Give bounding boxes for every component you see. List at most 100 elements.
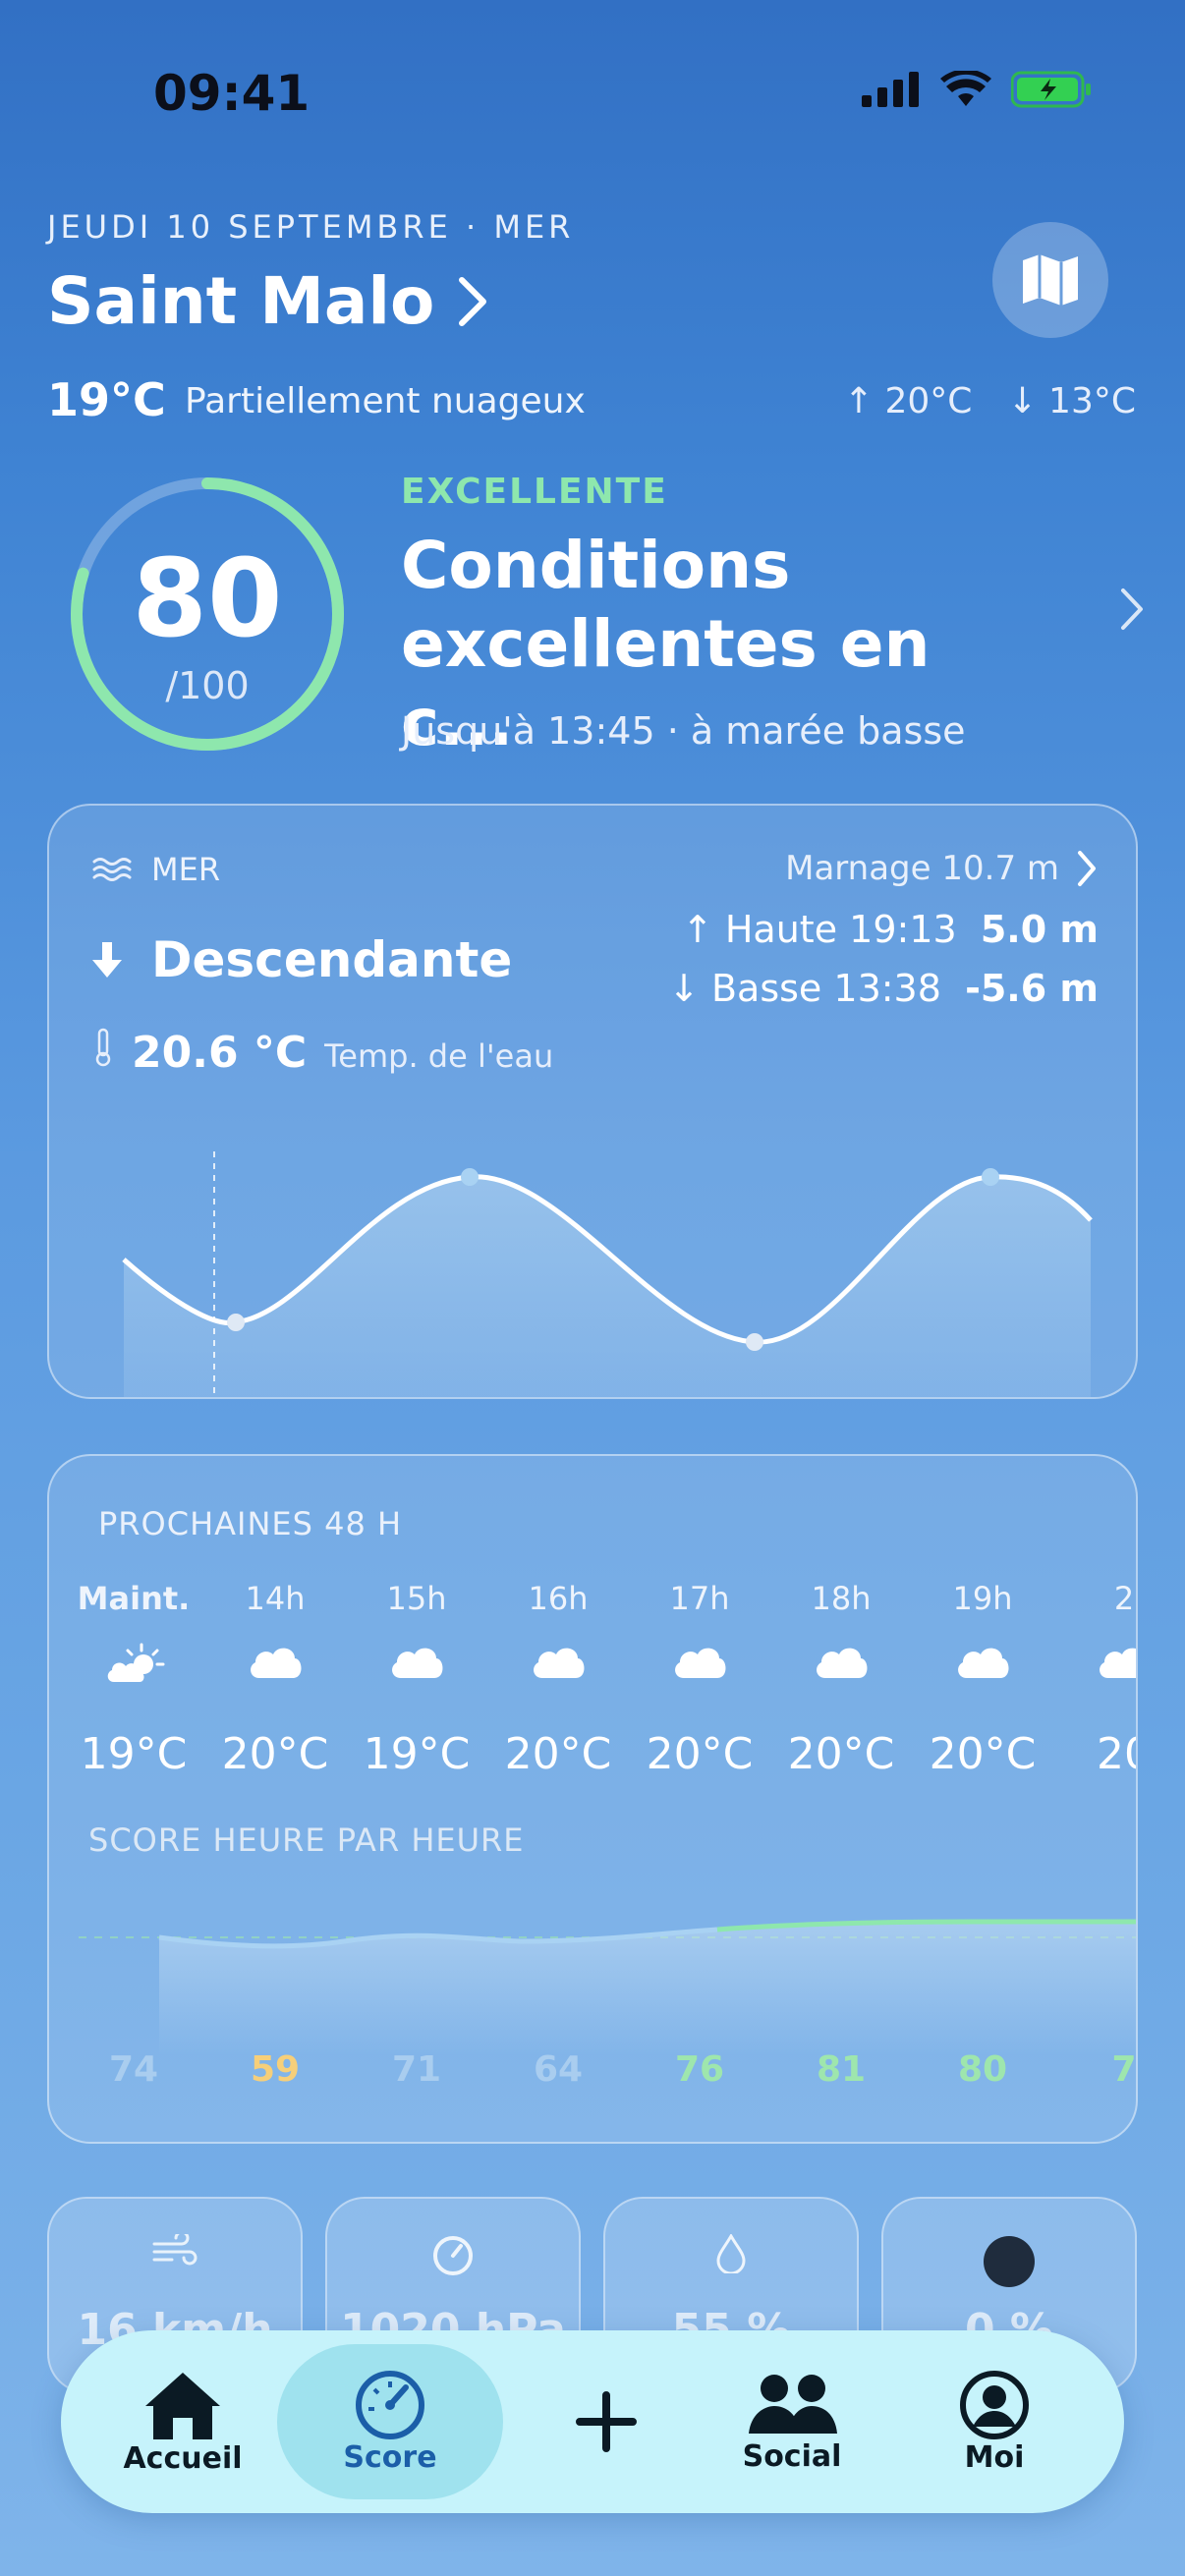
hour-temp: 20°C <box>929 1729 1037 1779</box>
chevron-right-icon <box>1078 851 1096 886</box>
nav-profile[interactable]: Moi <box>916 2330 1073 2513</box>
map-button[interactable] <box>992 222 1108 338</box>
chevron-right-icon <box>459 276 487 326</box>
hour-label: 17h <box>669 1580 730 1617</box>
hour-item: 14h 20°C <box>204 1580 346 1779</box>
cloud-icon <box>953 1643 1012 1686</box>
score-max: /100 <box>165 664 250 707</box>
temp-low: ↓ 13°C <box>1007 381 1136 421</box>
hour-item: 19h 20°C <box>912 1580 1053 1779</box>
tide-point-low <box>746 1333 763 1351</box>
tide-high-value: 5.0 m <box>980 908 1099 951</box>
hour-temp: 20°C <box>221 1729 329 1779</box>
hour-temp: 20°C <box>646 1729 754 1779</box>
date-label: JEUDI 10 SEPTEMBRE · MER <box>47 208 575 246</box>
cloud-icon <box>529 1643 588 1686</box>
score-value: 80 <box>132 535 283 661</box>
tide-point-now <box>227 1314 245 1331</box>
hour-label: 18h <box>811 1580 872 1617</box>
hour-temp: 19°C <box>363 1729 471 1779</box>
score-subtitle: Jusqu'à 13:45 · à marée basse <box>401 709 966 753</box>
cloud-icon <box>670 1643 729 1686</box>
hour-label: 15h <box>386 1580 447 1617</box>
waves-icon <box>92 858 132 881</box>
score-hourly-label: SCORE HEURE PAR HEURE <box>88 1821 525 1859</box>
map-icon <box>1023 254 1078 306</box>
hour-item: 2 20 <box>1053 1580 1136 1779</box>
nav-score-label: Score <box>343 2439 437 2475</box>
people-icon <box>749 2374 837 2434</box>
tide-trend: Descendante <box>92 931 512 988</box>
hour-temp: 20°C <box>787 1729 895 1779</box>
arrow-down-icon <box>92 942 122 978</box>
wifi-icon <box>940 71 991 106</box>
tide-point-high <box>461 1168 479 1186</box>
tide-chart <box>122 1151 1093 1397</box>
tide-trend-label: Descendante <box>151 931 513 988</box>
hour-item: 15h 19°C <box>346 1580 487 1779</box>
gauge-icon <box>327 2234 579 2277</box>
humidity-icon <box>605 2234 857 2273</box>
hour-temp: 20°C <box>504 1729 612 1779</box>
battery-icon <box>1011 71 1091 108</box>
tide-low-label: ↓ Basse 13:38 <box>668 967 941 1010</box>
chevron-right-icon[interactable] <box>1120 588 1144 631</box>
user-icon <box>960 2370 1029 2439</box>
nav-social-label: Social <box>742 2438 842 2474</box>
hour-item: 17h 20°C <box>629 1580 770 1779</box>
tide-low: ↓ Basse 13:38 -5.6 m <box>668 967 1099 1010</box>
hour-score: 74 <box>108 2049 159 2090</box>
hour-label: 2 <box>1113 1580 1135 1617</box>
tide-area <box>124 1176 1091 1397</box>
nav-home-label: Accueil <box>123 2440 243 2476</box>
weather-condition: Partiellement nuageux <box>185 381 586 421</box>
hour-score: 81 <box>816 2049 867 2090</box>
hour-score: 80 <box>957 2049 1008 2090</box>
hour-label: Maint. <box>77 1580 191 1617</box>
tide-low-value: -5.6 m <box>965 967 1099 1010</box>
sea-header: MER <box>92 851 220 888</box>
cloud-icon <box>1095 1643 1136 1686</box>
temp-high: ↑ 20°C <box>843 381 973 421</box>
cloud-icon <box>387 1643 446 1686</box>
hour-score: 59 <box>250 2049 301 2090</box>
forecast-card[interactable]: PROCHAINES 48 H Maint. 19°C 14h 20°C 15h 19°C… <box>47 1454 1138 2144</box>
nav-social[interactable]: Social <box>713 2330 871 2513</box>
nav-score[interactable]: Score <box>277 2344 503 2499</box>
sea-card[interactable]: MER Marnage 10.7 m Descendante ↑ Haute 1… <box>47 804 1138 1399</box>
marnage-value: Marnage 10.7 m <box>785 849 1059 888</box>
hour-item: Maint. 19°C <box>63 1580 204 1779</box>
tide-high: ↑ Haute 19:13 5.0 m <box>682 908 1099 951</box>
plus-icon <box>576 2391 637 2452</box>
sun-cloud-icon <box>104 1643 167 1690</box>
hour-score: 7 <box>1111 2049 1137 2090</box>
home-icon <box>145 2372 220 2439</box>
hour-temp: 20 <box>1097 1729 1136 1779</box>
tide-high-label: ↑ Haute 19:13 <box>681 908 957 951</box>
status-time: 09:41 <box>153 65 310 122</box>
forecast-label: PROCHAINES 48 H <box>98 1505 403 1542</box>
water-temp-label: Temp. de l'eau <box>324 1037 554 1075</box>
status-icons <box>862 71 1092 108</box>
hour-score: 76 <box>674 2049 725 2090</box>
marnage-link[interactable]: Marnage 10.7 m <box>785 849 1097 888</box>
city-name: Saint Malo <box>47 263 435 339</box>
tide-point-high-2 <box>982 1168 999 1186</box>
moon-icon <box>883 2234 1135 2289</box>
hour-label: 16h <box>528 1580 589 1617</box>
hour-item: 18h 20°C <box>770 1580 912 1779</box>
nav-profile-label: Moi <box>964 2439 1025 2475</box>
nav-home[interactable]: Accueil <box>104 2330 261 2513</box>
signal-icon <box>862 72 919 107</box>
hour-score: 64 <box>533 2049 584 2090</box>
hour-temp: 19°C <box>80 1729 188 1779</box>
score-level: EXCELLENTE <box>401 472 668 512</box>
score-area <box>159 1922 1136 2055</box>
hour-label: 14h <box>245 1580 306 1617</box>
thermometer-icon <box>95 1028 111 1067</box>
city-selector[interactable]: Saint Malo <box>47 263 487 339</box>
gauge-icon <box>356 2370 424 2439</box>
high-low: ↑ 20°C ↓ 13°C <box>844 381 1136 421</box>
hour-item: 16h 20°C <box>487 1580 629 1779</box>
add-button[interactable] <box>552 2330 660 2513</box>
